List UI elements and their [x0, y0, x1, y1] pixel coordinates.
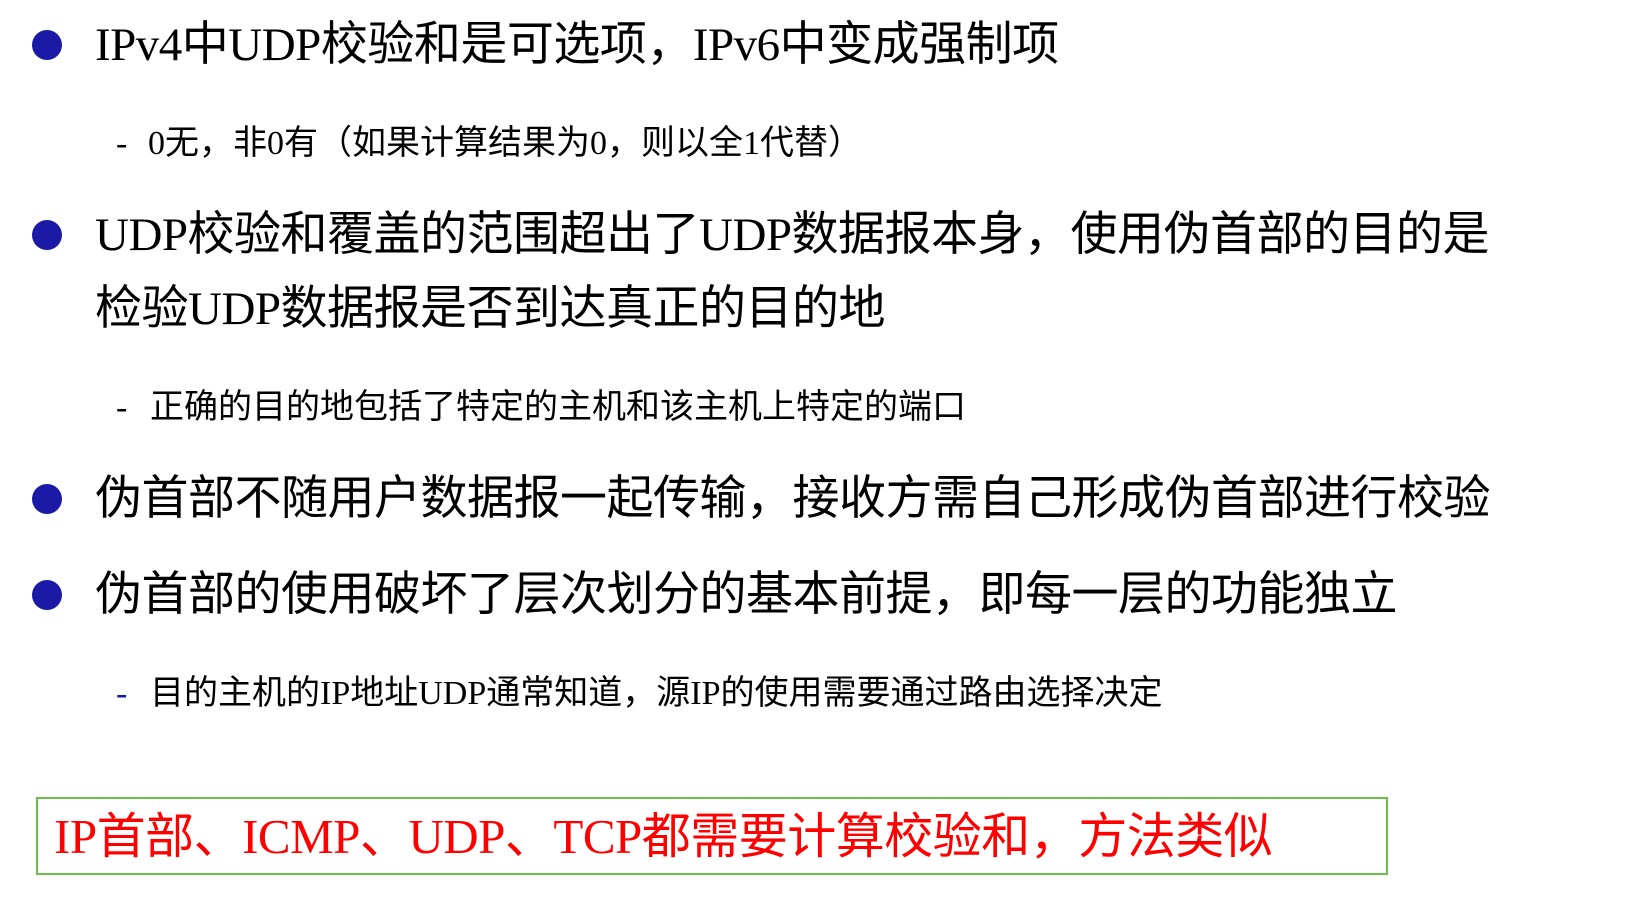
bullet-item-3: 伪首部不随用户数据报一起传输，接收方需自己形成伪首部进行校验: [0, 464, 1626, 534]
bullet-text-line-2: 检验UDP数据报是否到达真正的目的地: [95, 283, 886, 335]
sub-text: 0无，非0有（如果计算结果为0，则以全1代替）: [148, 125, 862, 162]
sub-item-1: - 0无，非0有（如果计算结果为0，则以全1代替）: [0, 122, 1626, 166]
bullet-dot-icon: [32, 220, 62, 250]
bullet-item-2: UDP校验和覆盖的范围超出了UDP数据报本身，使用伪首部的目的是 检验UDP数据…: [0, 200, 1626, 340]
note-text: IP首部、ICMP、UDP、TCP都需要计算校验和，方法类似: [54, 809, 1273, 864]
slide: IPv4中UDP校验和是可选项，IPv6中变成强制项 - 0无，非0有（如果计算…: [0, 0, 1626, 908]
bullet-text-line-1: UDP校验和覆盖的范围超出了UDP数据报本身，使用伪首部的目的是: [95, 209, 1490, 261]
sub-dash-icon: -: [116, 675, 128, 712]
sub-text: 正确的目的地包括了特定的主机和该主机上特定的端口: [150, 389, 966, 426]
sub-item-4: - 目的主机的IP地址UDP通常知道，源IP的使用需要通过路由选择决定: [0, 672, 1626, 716]
bullet-item-4: 伪首部的使用破坏了层次划分的基本前提，即每一层的功能独立: [0, 560, 1626, 630]
sub-item-2: - 正确的目的地包括了特定的主机和该主机上特定的端口: [0, 386, 1626, 430]
sub-text: 目的主机的IP地址UDP通常知道，源IP的使用需要通过路由选择决定: [150, 675, 1163, 712]
bullet-text: 伪首部的使用破坏了层次划分的基本前提，即每一层的功能独立: [95, 569, 1398, 621]
bullet-dot-icon: [32, 30, 62, 60]
bullet-item-1: IPv4中UDP校验和是可选项，IPv6中变成强制项: [0, 10, 1626, 80]
sub-dash-icon: -: [116, 125, 128, 162]
bullet-text: IPv4中UDP校验和是可选项，IPv6中变成强制项: [95, 19, 1059, 71]
bullet-dot-icon: [32, 580, 62, 610]
bullet-text: 伪首部不随用户数据报一起传输，接收方需自己形成伪首部进行校验: [95, 473, 1491, 525]
note-box: IP首部、ICMP、UDP、TCP都需要计算校验和，方法类似: [36, 797, 1388, 875]
bullet-dot-icon: [32, 484, 62, 514]
sub-dash-icon: -: [116, 389, 128, 426]
